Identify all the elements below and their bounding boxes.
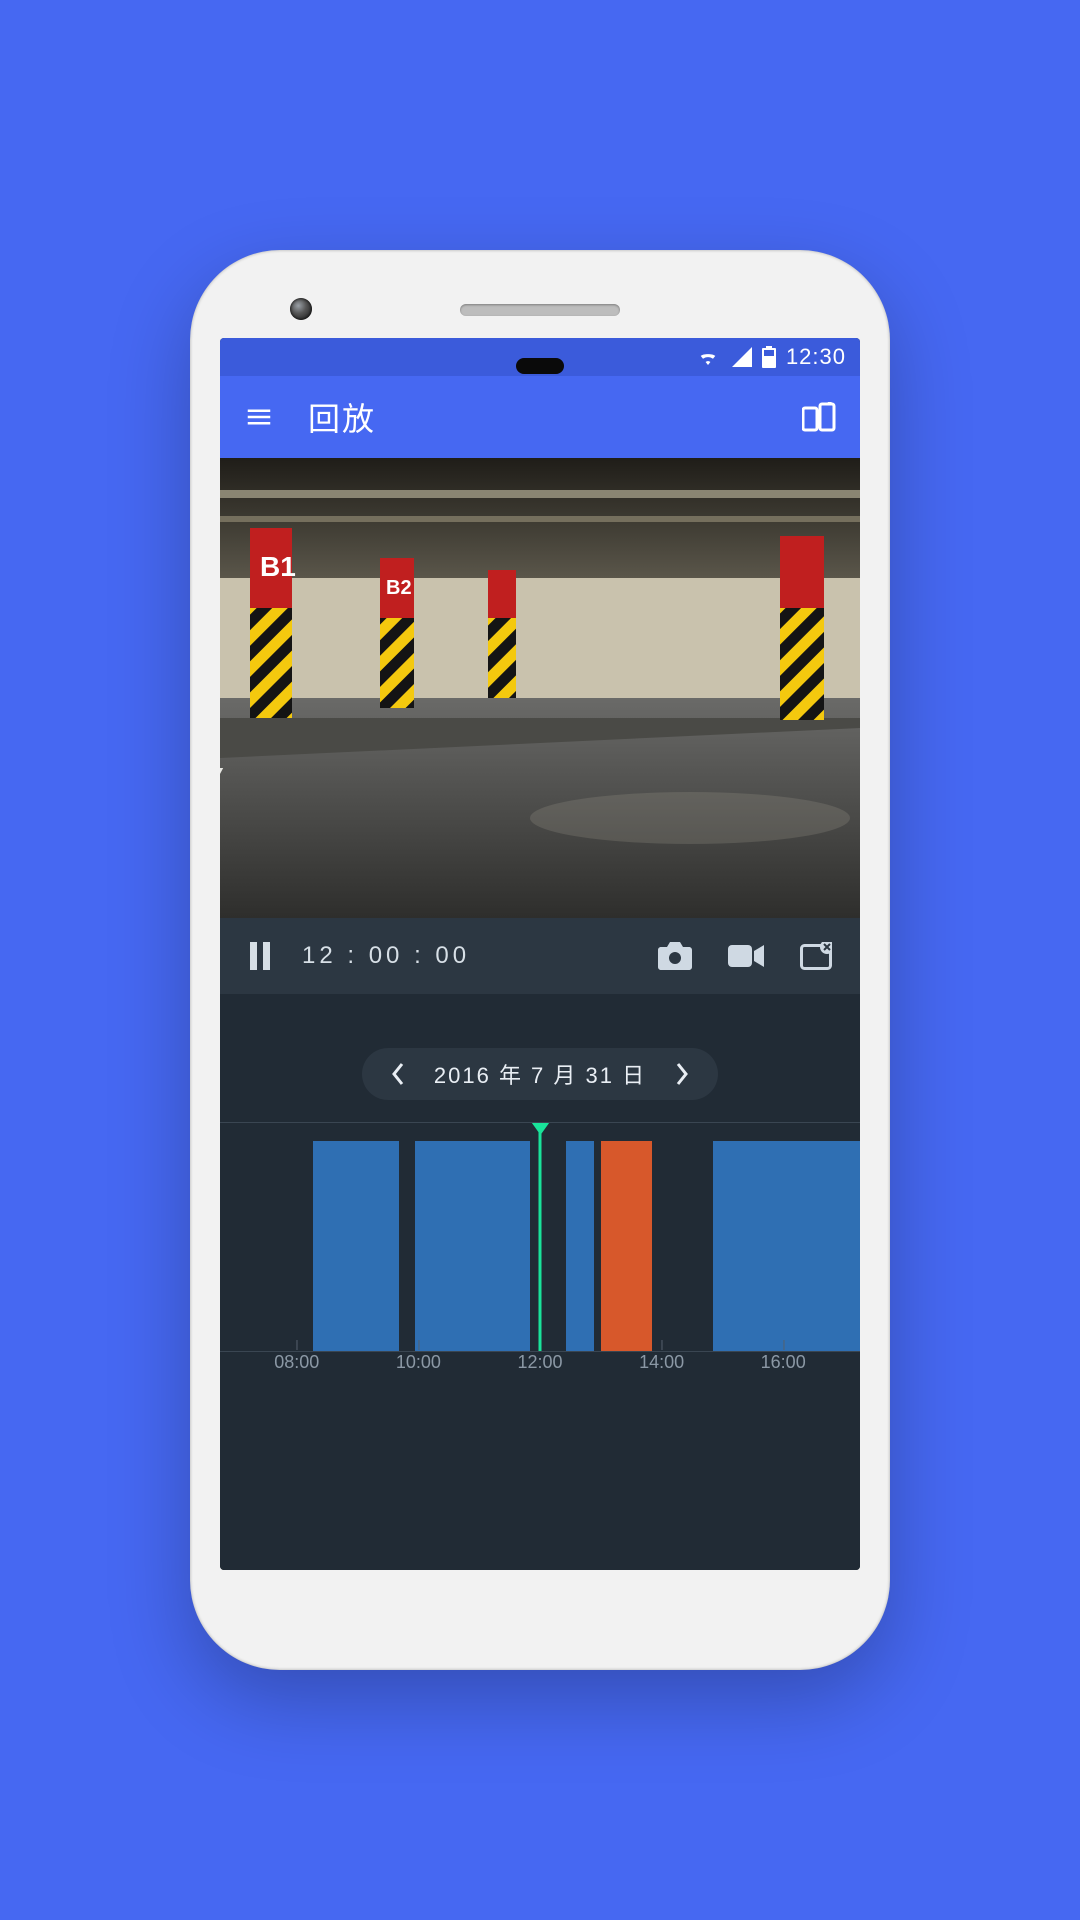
- pause-icon: [248, 942, 272, 970]
- page-title: 回放: [308, 394, 768, 440]
- timeline-segment-orange[interactable]: [601, 1141, 652, 1351]
- device-sensor: [516, 358, 564, 374]
- svg-text:B1: B1: [260, 551, 296, 582]
- close-feed-button[interactable]: [794, 936, 838, 976]
- timeline-tick: 10:00: [396, 1352, 441, 1373]
- timeline-tick-row: 08:00 10:00 12:00 14:00 16:00: [220, 1352, 860, 1412]
- date-selector-row: 2016 年 7 月 31 日: [220, 1048, 860, 1114]
- playback-video[interactable]: B1 B2: [220, 458, 860, 918]
- svg-text:B2: B2: [386, 577, 412, 599]
- device-switch-icon: [802, 402, 836, 432]
- date-label: 2016 年 7 月 31 日: [434, 1058, 646, 1090]
- timeline-area: 08:00 10:00 12:00 14:00 16:00: [220, 1114, 860, 1570]
- hamburger-icon: [244, 402, 274, 432]
- app-bar: 回放: [220, 376, 860, 458]
- video-frame-image: B1 B2: [220, 458, 860, 918]
- wifi-icon: [696, 347, 720, 367]
- playhead[interactable]: [539, 1123, 542, 1352]
- videocam-icon: [728, 943, 764, 969]
- timeline-segment-blue[interactable]: [713, 1141, 860, 1351]
- device-switch-button[interactable]: [796, 396, 842, 438]
- timeline-tick: 14:00: [639, 1352, 684, 1373]
- timeline-tick: 16:00: [761, 1352, 806, 1373]
- section-gap: [220, 994, 860, 1048]
- playback-controls: 12 : 00 : 00: [220, 918, 860, 994]
- close-window-icon: [800, 942, 832, 970]
- phone-frame: 12:30 回放: [190, 250, 890, 1670]
- timeline-tick: 12:00: [517, 1352, 562, 1373]
- snapshot-button[interactable]: [652, 936, 698, 976]
- menu-button[interactable]: [238, 396, 280, 438]
- status-time: 12:30: [786, 344, 846, 370]
- chevron-left-icon: [390, 1062, 406, 1086]
- camera-icon: [658, 942, 692, 970]
- device-earpiece: [460, 304, 620, 316]
- record-button[interactable]: [722, 937, 770, 975]
- screen: 12:30 回放: [220, 338, 860, 1570]
- cellular-icon: [730, 347, 752, 367]
- timeline-segment-blue[interactable]: [566, 1141, 595, 1351]
- playback-timecode: 12 : 00 : 00: [302, 942, 628, 970]
- chevron-right-icon: [674, 1062, 690, 1086]
- timeline-segment-blue[interactable]: [415, 1141, 530, 1351]
- date-selector: 2016 年 7 月 31 日: [362, 1048, 718, 1100]
- timeline-tick: 08:00: [274, 1352, 319, 1373]
- date-next-button[interactable]: [668, 1056, 696, 1092]
- device-camera-dot: [290, 298, 312, 320]
- battery-icon: [762, 346, 776, 368]
- pause-button[interactable]: [242, 936, 278, 976]
- timeline-segment-blue[interactable]: [313, 1141, 399, 1351]
- timeline[interactable]: [220, 1122, 860, 1352]
- date-prev-button[interactable]: [384, 1056, 412, 1092]
